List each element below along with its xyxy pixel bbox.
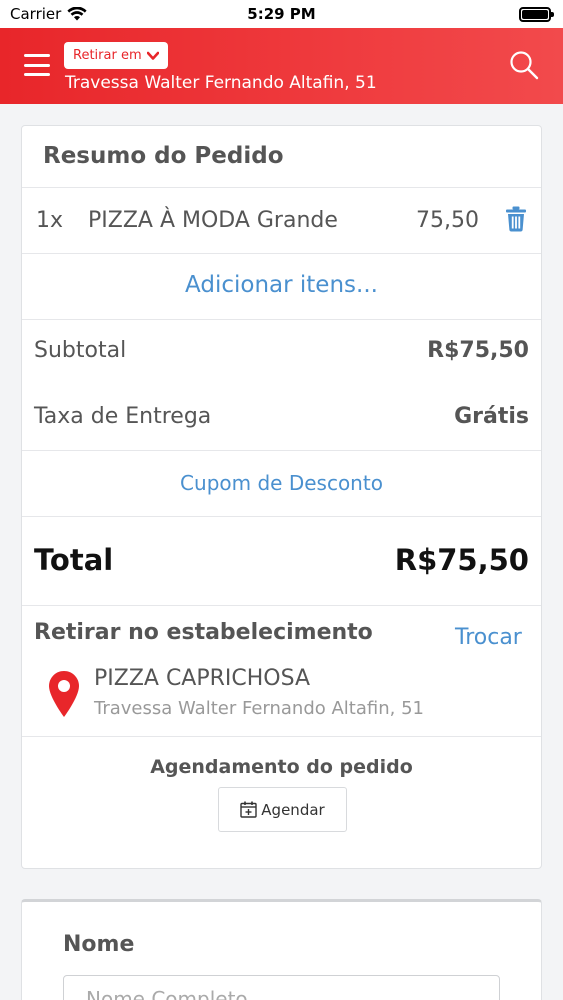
chevron-down-icon: [146, 51, 159, 60]
discount-coupon-link[interactable]: Cupom de Desconto: [22, 471, 541, 495]
trash-icon[interactable]: [505, 206, 527, 232]
calendar-plus-icon: [240, 801, 257, 818]
map-pin-icon: [49, 671, 79, 717]
subtotal-value: R$75,50: [427, 338, 529, 363]
store-name: PIZZA CAPRICHOSA: [94, 666, 311, 691]
name-field-label: Nome: [63, 932, 135, 957]
status-bar: Carrier 5:29 PM: [0, 0, 563, 28]
store-address: Travessa Walter Fernando Altafin, 51: [94, 698, 424, 719]
change-store-link[interactable]: Trocar: [455, 625, 522, 650]
pickup-section: Retirar no estabelecimento Trocar PIZZA …: [22, 605, 541, 736]
app-header: Retirar em Travessa Walter Fernando Alta…: [0, 28, 563, 104]
schedule-button[interactable]: Agendar: [218, 787, 347, 832]
schedule-section: Agendamento do pedido Agendar: [22, 736, 541, 869]
carrier-info: Carrier: [10, 5, 87, 23]
header-address: Travessa Walter Fernando Altafin, 51: [65, 73, 377, 93]
search-icon[interactable]: [509, 50, 539, 80]
pickup-title: Retirar no estabelecimento: [34, 620, 373, 645]
pickup-mode-dropdown[interactable]: Retirar em: [64, 42, 168, 69]
name-input[interactable]: [63, 975, 500, 1000]
battery-icon: [519, 6, 554, 22]
pickup-mode-label: Retirar em: [73, 48, 142, 63]
wifi-icon: [67, 7, 87, 21]
schedule-title: Agendamento do pedido: [150, 756, 413, 778]
order-summary-card: Resumo do Pedido 1x PIZZA À MODA Grande …: [21, 125, 542, 869]
total-label: Total: [34, 543, 114, 577]
item-name[interactable]: PIZZA À MODA Grande: [88, 208, 338, 233]
delivery-fee-label: Taxa de Entrega: [34, 404, 212, 429]
item-quantity: 1x: [36, 208, 64, 233]
add-items-link[interactable]: Adicionar itens...: [22, 272, 541, 298]
coupon-row: Cupom de Desconto: [22, 450, 541, 516]
add-items-row: Adicionar itens...: [22, 253, 541, 319]
hamburger-menu-icon[interactable]: [24, 54, 50, 76]
order-summary-title: Resumo do Pedido: [43, 143, 284, 169]
schedule-button-label: Agendar: [261, 800, 325, 819]
item-price: 75,50: [416, 208, 479, 233]
order-item-row: 1x PIZZA À MODA Grande 75,50: [22, 187, 541, 253]
subtotal-label: Subtotal: [34, 338, 127, 363]
total-row: Total R$75,50: [22, 516, 541, 605]
delivery-fee-value: Grátis: [454, 404, 529, 429]
customer-form-card: Nome: [21, 899, 542, 1000]
totals-section: Subtotal R$75,50 Taxa de Entrega Grátis: [22, 319, 541, 450]
total-value: R$75,50: [394, 543, 529, 577]
carrier-label: Carrier: [10, 5, 62, 23]
